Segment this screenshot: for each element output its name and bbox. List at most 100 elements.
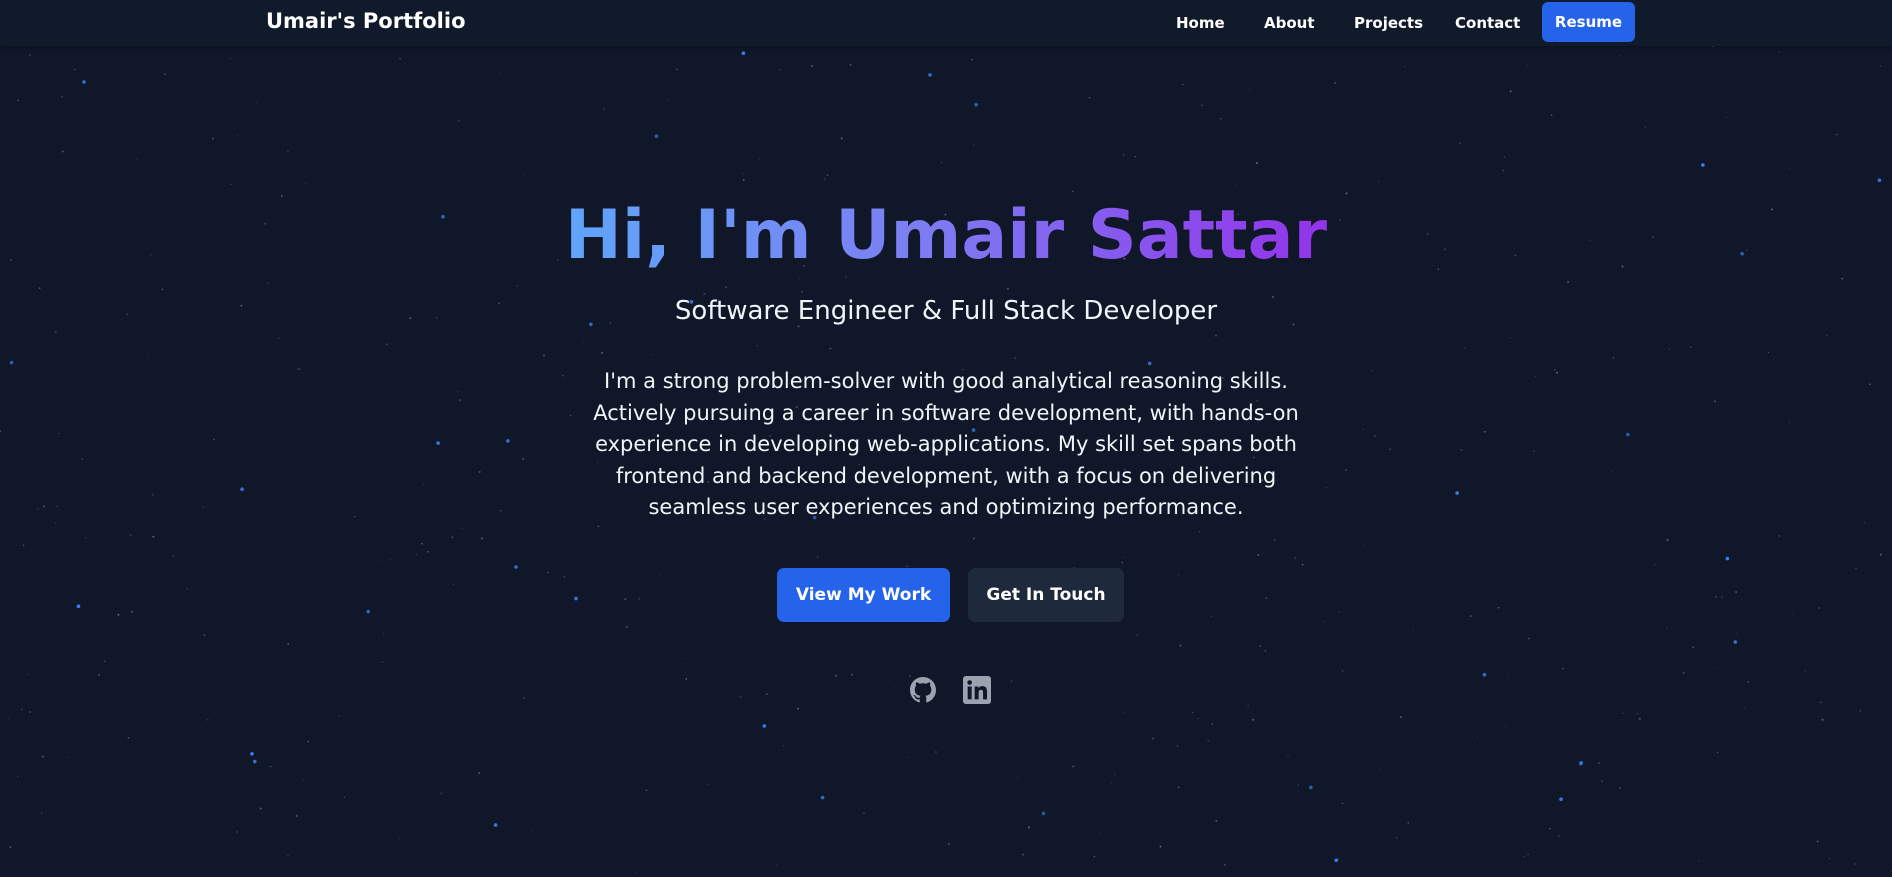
star bbox=[1818, 606, 1821, 610]
star bbox=[29, 711, 31, 713]
star bbox=[253, 759, 257, 764]
star bbox=[906, 565, 908, 567]
star bbox=[1337, 858, 1340, 861]
star bbox=[947, 843, 950, 846]
star bbox=[1692, 646, 1695, 649]
star bbox=[1071, 190, 1074, 193]
star bbox=[1821, 718, 1824, 721]
nav-link-contact[interactable]: Contact bbox=[1455, 14, 1520, 32]
view-my-work-button[interactable]: View My Work bbox=[777, 568, 950, 622]
star bbox=[597, 525, 600, 528]
star bbox=[775, 863, 778, 865]
star bbox=[1088, 97, 1091, 99]
star bbox=[601, 351, 604, 354]
star bbox=[1345, 469, 1347, 471]
star bbox=[1554, 369, 1556, 371]
star bbox=[1114, 774, 1116, 776]
star bbox=[1714, 400, 1717, 403]
star bbox=[104, 660, 106, 663]
github-link[interactable] bbox=[908, 675, 938, 705]
star bbox=[56, 505, 58, 508]
nav-link-home[interactable]: Home bbox=[1176, 14, 1225, 32]
star bbox=[654, 134, 659, 138]
star bbox=[811, 65, 813, 67]
star bbox=[1469, 615, 1472, 618]
linkedin-link[interactable] bbox=[962, 675, 992, 705]
star bbox=[295, 814, 298, 818]
star bbox=[297, 368, 299, 370]
nav-link-about[interactable]: About bbox=[1264, 14, 1315, 32]
star bbox=[1788, 422, 1791, 424]
star bbox=[547, 571, 549, 574]
star bbox=[516, 285, 518, 287]
star bbox=[172, 555, 174, 557]
star bbox=[797, 707, 800, 710]
star bbox=[459, 399, 462, 402]
nav-link-projects[interactable]: Projects bbox=[1354, 14, 1423, 32]
star bbox=[60, 95, 63, 98]
star bbox=[1533, 450, 1535, 452]
star bbox=[1579, 761, 1583, 766]
star bbox=[29, 54, 31, 56]
star bbox=[1459, 142, 1461, 145]
star bbox=[61, 150, 64, 153]
star bbox=[1820, 701, 1822, 704]
star bbox=[706, 783, 709, 785]
star bbox=[742, 173, 745, 175]
star bbox=[1211, 723, 1214, 725]
star bbox=[1559, 797, 1563, 801]
star bbox=[381, 661, 384, 664]
star bbox=[1636, 712, 1639, 715]
star bbox=[1176, 745, 1179, 747]
star bbox=[427, 550, 430, 553]
star bbox=[1626, 432, 1630, 437]
star bbox=[1725, 556, 1730, 561]
star bbox=[1460, 449, 1463, 451]
star bbox=[1010, 680, 1013, 682]
github-icon bbox=[910, 677, 936, 703]
star bbox=[117, 613, 120, 616]
star bbox=[1483, 430, 1486, 433]
star bbox=[1791, 613, 1793, 615]
hero-title-text: Hi, I'm Umair Sattar bbox=[564, 196, 1328, 275]
star bbox=[1404, 65, 1406, 68]
star bbox=[1526, 65, 1528, 67]
star bbox=[125, 401, 127, 403]
star bbox=[506, 439, 510, 443]
resume-button[interactable]: Resume bbox=[1542, 2, 1635, 42]
star bbox=[1835, 133, 1838, 136]
star bbox=[1869, 383, 1871, 385]
star bbox=[151, 493, 154, 496]
star bbox=[1264, 649, 1267, 652]
star bbox=[1735, 591, 1738, 593]
star bbox=[1482, 672, 1487, 677]
star bbox=[1389, 448, 1392, 451]
star bbox=[1179, 644, 1182, 647]
star bbox=[399, 57, 401, 60]
star bbox=[41, 755, 44, 758]
star bbox=[973, 144, 975, 146]
star bbox=[1638, 717, 1641, 720]
star bbox=[1378, 180, 1380, 183]
star bbox=[1265, 597, 1268, 600]
star bbox=[522, 697, 525, 700]
star bbox=[1621, 712, 1624, 715]
get-in-touch-button[interactable]: Get In Touch bbox=[968, 568, 1124, 622]
star bbox=[1273, 539, 1276, 541]
star bbox=[1215, 334, 1217, 337]
star bbox=[652, 354, 654, 356]
star bbox=[237, 135, 239, 137]
star bbox=[1828, 858, 1830, 860]
star bbox=[385, 343, 388, 346]
star bbox=[549, 871, 551, 874]
star bbox=[1716, 751, 1719, 754]
star bbox=[230, 57, 232, 59]
star bbox=[1548, 827, 1551, 830]
star bbox=[1698, 860, 1700, 862]
star bbox=[98, 673, 100, 676]
star bbox=[1744, 707, 1746, 709]
brand-logo[interactable]: Umair's Portfolio bbox=[266, 9, 466, 33]
star bbox=[1111, 782, 1113, 784]
star bbox=[17, 99, 20, 102]
star bbox=[850, 673, 853, 676]
